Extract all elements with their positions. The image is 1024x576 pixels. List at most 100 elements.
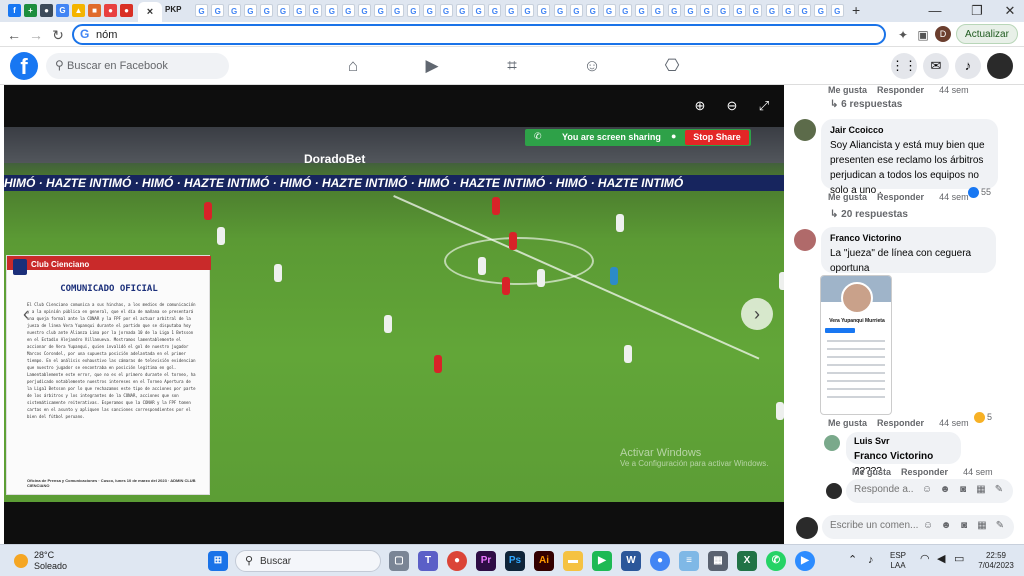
facebook-search[interactable]: ⚲ Buscar en Facebook: [46, 53, 229, 79]
google-tab-icon[interactable]: G: [276, 4, 290, 17]
gif-icon[interactable]: ▦: [976, 520, 988, 532]
like-link[interactable]: Me gusta: [828, 192, 867, 202]
reaction-count[interactable]: 55: [968, 187, 991, 199]
google-tab-icon[interactable]: G: [488, 4, 502, 17]
restore-button[interactable]: ❐: [967, 2, 987, 20]
forward-arrow-icon[interactable]: →: [26, 25, 46, 45]
avatar[interactable]: [824, 435, 840, 451]
tray-chevron-icon[interactable]: ⌃: [848, 555, 857, 566]
file-explorer-icon[interactable]: ▬: [563, 551, 583, 571]
google-tab-icon[interactable]: G: [618, 4, 632, 17]
emoji-icon[interactable]: ☻: [940, 520, 952, 532]
zoom-icon[interactable]: ▶: [795, 551, 815, 571]
close-tab-icon[interactable]: ×: [147, 6, 153, 18]
google-tab-icon[interactable]: G: [406, 4, 420, 17]
reply-box[interactable]: ☺ ☻ ◙ ▦ ✎: [846, 479, 1013, 503]
weather-temp[interactable]: 28°C: [34, 550, 54, 560]
task-view-icon[interactable]: ▢: [389, 551, 409, 571]
google-tab-icon[interactable]: G: [651, 4, 665, 17]
reply-link[interactable]: Responder: [901, 467, 948, 477]
tab3-tab-icon[interactable]: ●: [40, 4, 53, 17]
google-tab-icon[interactable]: G: [423, 4, 437, 17]
address-bar[interactable]: G: [72, 24, 886, 45]
reply-link[interactable]: Responder: [877, 192, 924, 202]
sheets-tab-icon[interactable]: +: [24, 4, 37, 17]
google-tab-icon[interactable]: G: [195, 4, 208, 17]
avatar-sticker-icon[interactable]: ☺: [921, 484, 933, 496]
tab8-tab-icon[interactable]: ●: [120, 4, 133, 17]
google-tab-icon[interactable]: G: [309, 4, 323, 17]
google-tab-icon[interactable]: G: [260, 4, 274, 17]
active-tab[interactable]: ×: [138, 2, 162, 22]
home-icon[interactable]: ⌂: [342, 55, 364, 77]
tab7-tab-icon[interactable]: ●: [104, 4, 117, 17]
google-tab-icon[interactable]: G: [765, 4, 779, 17]
google-tab-icon[interactable]: G: [292, 4, 306, 17]
google-tab-icon[interactable]: G: [716, 4, 730, 17]
account-avatar[interactable]: [987, 53, 1013, 79]
google-tab-icon[interactable]: G: [586, 4, 600, 17]
address-input[interactable]: [96, 28, 856, 42]
like-link[interactable]: Me gusta: [828, 418, 867, 428]
commenter-name[interactable]: Franco Victorino: [830, 233, 987, 243]
fullscreen-icon[interactable]: ⤢: [755, 97, 773, 115]
google-tab-icon[interactable]: G: [830, 4, 844, 17]
chrome-active-icon[interactable]: ●: [650, 551, 670, 571]
sidepanel-icon[interactable]: ▣: [913, 25, 933, 45]
windows-start-icon[interactable]: ⊞: [208, 551, 228, 571]
word-icon[interactable]: W: [621, 551, 641, 571]
fb-tab-icon[interactable]: f: [8, 4, 21, 17]
tab6-tab-icon[interactable]: ■: [88, 4, 101, 17]
commenter-name[interactable]: Luis Svr: [854, 436, 953, 446]
reload-icon[interactable]: ↻: [48, 25, 68, 45]
taskbar-search[interactable]: ⚲ Buscar: [235, 550, 381, 572]
write-comment-box[interactable]: ☺ ☻ ◙ ▦ ✎: [822, 515, 1014, 539]
back-arrow-icon[interactable]: ←: [4, 25, 24, 45]
watch-icon[interactable]: ▶: [421, 55, 443, 77]
google-tab-icon[interactable]: G: [243, 4, 257, 17]
premiere-icon[interactable]: Pr: [476, 551, 496, 571]
google-tab-icon[interactable]: G: [521, 4, 534, 17]
profile-avatar[interactable]: D: [935, 26, 951, 42]
google-tab-icon[interactable]: G: [635, 4, 649, 17]
google-tab-icon[interactable]: G: [781, 4, 795, 17]
google-tab-icon[interactable]: G: [472, 4, 486, 17]
google-tab-icon[interactable]: G: [569, 4, 583, 17]
commenter-name[interactable]: Jair Ccoicco: [830, 125, 989, 135]
prev-arrow-icon[interactable]: ‹: [10, 298, 42, 330]
like-link[interactable]: Me gusta: [828, 85, 867, 95]
menu-grid-icon[interactable]: ⋮⋮: [891, 53, 917, 79]
tab-pkp[interactable]: PKP: [165, 5, 181, 14]
google-tab-icon[interactable]: G: [798, 4, 812, 17]
clock[interactable]: 22:59 7/04/2023: [973, 551, 1019, 571]
next-arrow-icon[interactable]: ›: [741, 298, 773, 330]
reaction-count[interactable]: 5: [974, 412, 992, 424]
attached-profile-screenshot[interactable]: Vera Yupanqui Murrieta: [820, 275, 892, 415]
groups-icon[interactable]: ☺: [581, 55, 603, 77]
google-tab-icon[interactable]: G: [374, 4, 388, 17]
drive-tab-icon[interactable]: ▲: [72, 4, 85, 17]
google-tab-icon[interactable]: G: [749, 4, 763, 17]
view-replies-link[interactable]: ↳ 20 respuestas: [830, 209, 908, 220]
microphone-icon[interactable]: ♪: [868, 555, 874, 566]
battery-icon[interactable]: ▭: [954, 554, 964, 565]
zoom-out-icon[interactable]: ⊖: [723, 97, 741, 115]
zoom-in-icon[interactable]: ⊕: [691, 97, 709, 115]
view-replies-link[interactable]: ↳ 6 respuestas: [830, 99, 902, 110]
notifications-bell-icon[interactable]: ♪: [955, 53, 981, 79]
gif-icon[interactable]: ▦: [975, 484, 987, 496]
language-indicator[interactable]: ESP LAA: [890, 551, 906, 571]
comment-input[interactable]: [830, 520, 920, 531]
avatar-sticker-icon[interactable]: ☺: [922, 520, 934, 532]
avatar[interactable]: [794, 229, 816, 251]
emoji-icon[interactable]: ☻: [939, 484, 951, 496]
gaming-icon[interactable]: ⎔: [661, 55, 683, 77]
app-icon[interactable]: ▶: [592, 551, 612, 571]
google-tab-icon[interactable]: G: [358, 4, 371, 17]
google-tab-icon[interactable]: G: [684, 4, 697, 17]
photoshop-icon[interactable]: Ps: [505, 551, 525, 571]
google-tab-icon[interactable]: G: [390, 4, 404, 17]
avatar[interactable]: [794, 119, 816, 141]
google-tab-icon[interactable]: G: [325, 4, 339, 17]
notepad-icon[interactable]: ≡: [679, 551, 699, 571]
